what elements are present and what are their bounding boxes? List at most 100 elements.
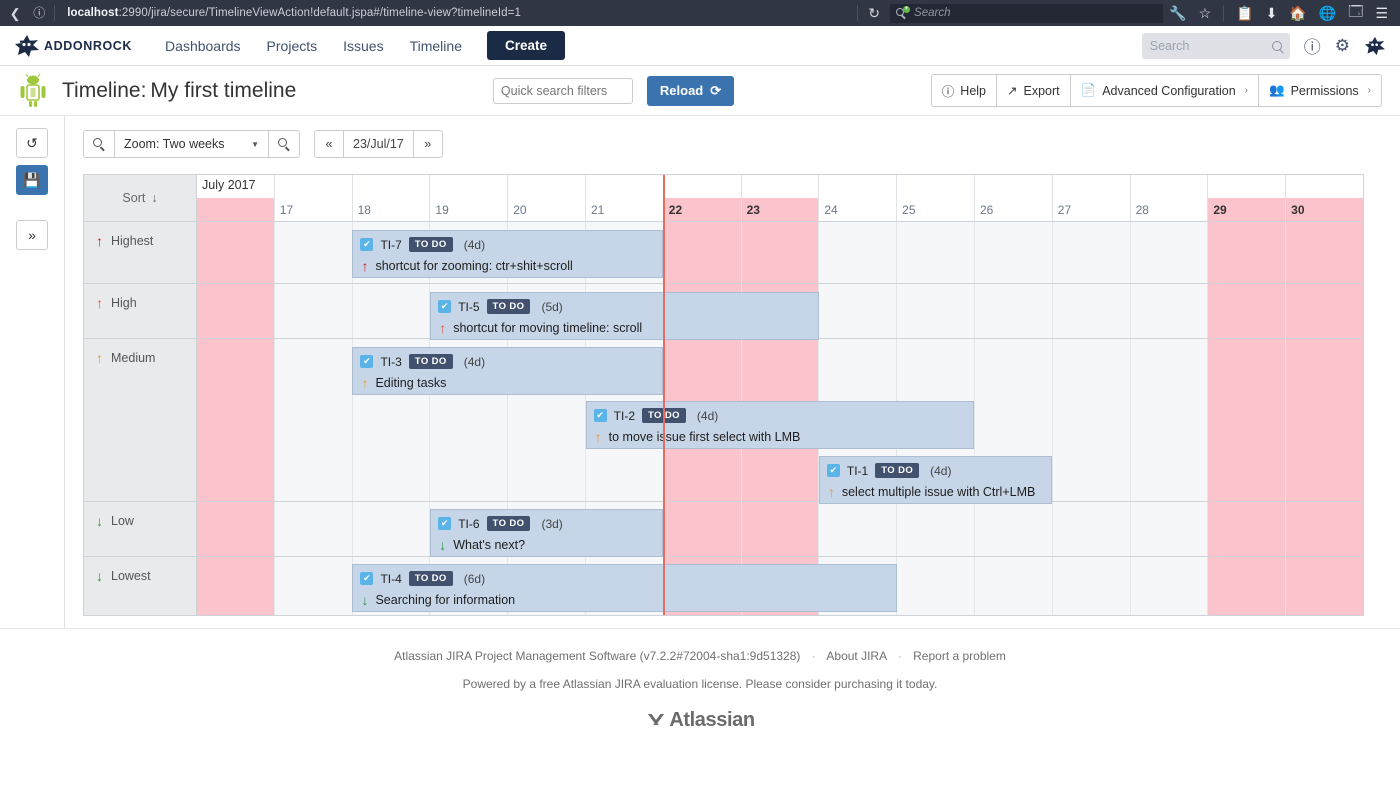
reload-button[interactable]: Reload ⟳ <box>646 75 735 106</box>
clipboard-icon[interactable]: 📋 <box>1236 5 1253 22</box>
task-key[interactable]: TI-5 <box>458 300 479 314</box>
export-button[interactable]: ↗ Export <box>996 74 1071 107</box>
prev-period-button[interactable]: « <box>314 130 344 158</box>
page-title-prefix: Timeline: <box>62 78 147 102</box>
pocket-icon[interactable]: 🗔 <box>1348 1 1363 25</box>
save-button[interactable]: 💾 <box>16 165 48 195</box>
magnifier-minus-icon <box>93 138 105 150</box>
task-bar-ti-2[interactable]: ✔ TI-2 TO DO (4d) ↑ to move issue first selec… <box>585 401 975 449</box>
sort-down-arrow-icon: ↓ <box>151 191 158 205</box>
day-header-29: 29 <box>1208 175 1287 221</box>
task-key[interactable]: TI-1 <box>847 464 868 478</box>
nav-item-issues[interactable]: Issues <box>330 32 396 60</box>
day-header-25: 25 <box>897 175 975 221</box>
task-checkbox[interactable]: ✔ <box>360 355 374 368</box>
task-key[interactable]: TI-2 <box>614 409 635 423</box>
task-bar-header: ✔ TI-5 TO DO (5d) <box>438 297 811 316</box>
gantt-body: ↑ Highest ✔ TI-7 TO DO (4d) ↑ shortcut for zoom… <box>84 222 1363 615</box>
quick-search-input[interactable] <box>492 77 633 104</box>
back-arrow-icon[interactable]: ❮ <box>6 7 24 20</box>
gantt-header: Sort ↓ July 2017 17 18 19 20 21 22 23 24 25 26 27 2… <box>84 175 1363 222</box>
undo-button[interactable]: ↺ <box>16 128 48 158</box>
create-button[interactable]: Create <box>486 31 566 60</box>
report-problem-link[interactable]: Report a problem <box>913 649 1006 663</box>
day-number: 19 <box>435 203 449 217</box>
status-badge: TO DO <box>408 571 453 586</box>
sort-label: Sort <box>122 191 146 205</box>
day-header-top <box>1286 175 1363 198</box>
task-priority-icon: ↓ <box>439 536 447 553</box>
task-duration: (5d) <box>541 299 563 314</box>
browser-search-input[interactable]: + Search <box>890 3 1164 23</box>
day-number: 26 <box>979 203 994 217</box>
gantt-row-track: ✔ TI-3 TO DO (4d) ↑ Editing tasks ✔ TI-2 TO DO (4… <box>197 339 1363 504</box>
next-period-button[interactable]: » <box>412 130 443 158</box>
nav-item-timeline[interactable]: Timeline <box>397 32 475 60</box>
sort-button[interactable]: Sort ↓ <box>84 175 197 221</box>
task-bar-summary-line: ↑ select multiple issue with Ctrl+LMB <box>827 482 1044 501</box>
jira-search-placeholder: Search <box>1149 38 1190 53</box>
nav-item-dashboards[interactable]: Dashboards <box>152 32 254 60</box>
task-bar-ti-7[interactable]: ✔ TI-7 TO DO (4d) ↑ shortcut for zooming: ctr… <box>352 230 664 278</box>
task-bar-summary-line: ↑ Editing tasks <box>360 373 655 392</box>
task-checkbox[interactable]: ✔ <box>360 572 374 585</box>
permissions-button[interactable]: 👥 Permissions › <box>1258 74 1382 107</box>
task-bar-header: ✔ TI-1 TO DO (4d) <box>826 461 1044 480</box>
help-button[interactable]: ⓘ Help <box>930 74 998 107</box>
zoom-in-button[interactable] <box>268 130 300 158</box>
home-icon[interactable]: 🏠 <box>1289 5 1306 22</box>
task-checkbox[interactable]: ✔ <box>826 464 840 477</box>
about-jira-link[interactable]: About JIRA <box>826 649 886 663</box>
jira-search-input[interactable]: Search <box>1141 32 1290 59</box>
day-number: 21 <box>590 203 605 217</box>
task-checkbox[interactable]: ✔ <box>438 517 452 530</box>
user-avatar-icon[interactable] <box>1364 36 1386 56</box>
download-icon[interactable]: ⬇ <box>1266 5 1278 22</box>
advanced-configuration-button[interactable]: 📄 Advanced Configuration › <box>1069 74 1259 107</box>
task-checkbox[interactable]: ✔ <box>360 238 374 251</box>
priority-arrow-icon: ↑ <box>96 295 103 311</box>
zoom-out-button[interactable] <box>83 130 115 158</box>
task-bar-summary-line: ↓ What's next? <box>438 535 655 554</box>
gantt-row-highest: ↑ Highest ✔ TI-7 TO DO (4d) ↑ shortcut for zoom… <box>84 222 1363 284</box>
task-key[interactable]: TI-3 <box>380 355 401 369</box>
globe-icon[interactable]: 🌐 <box>1319 5 1336 22</box>
expand-panel-button[interactable]: » <box>16 220 48 250</box>
nav-item-projects[interactable]: Projects <box>254 32 331 60</box>
day-number: 29 <box>1213 203 1227 217</box>
task-bar-ti-6[interactable]: ✔ TI-6 TO DO (3d) ↓ What's next? <box>430 509 664 557</box>
gantt-row-track: ✔ TI-7 TO DO (4d) ↑ shortcut for zooming: ctr… <box>197 222 1363 283</box>
gantt-date-header: July 2017 17 18 19 20 21 22 23 24 25 26 27 28 29 30 <box>197 175 1363 221</box>
toolbar-divider-2 <box>857 5 859 21</box>
gantt-row-medium: ↑ Medium ✔ TI-3 TO DO (4d) ↑ Editing tasks ✔ TI-2… <box>84 339 1363 504</box>
config-icon: 📄 <box>1080 83 1097 97</box>
menu-icon[interactable]: ☰ <box>1375 5 1388 22</box>
task-checkbox[interactable]: ✔ <box>593 409 607 422</box>
reload-icon[interactable]: ↻ <box>864 6 884 20</box>
gear-icon[interactable]: ⚙ <box>1335 36 1350 56</box>
task-key[interactable]: TI-6 <box>458 517 479 531</box>
task-key[interactable]: TI-4 <box>380 572 401 586</box>
app-logo[interactable]: ADDONROCK <box>14 34 132 58</box>
current-date-label[interactable]: 23/Jul/17 <box>343 130 414 158</box>
task-key[interactable]: TI-7 <box>380 238 401 252</box>
day-header-22: 22 <box>663 175 742 221</box>
info-icon[interactable]: ⓘ <box>30 7 48 19</box>
gantt-row-track: ✔ TI-6 TO DO (3d) ↓ What's next? <box>197 502 1363 557</box>
task-bar-ti-1[interactable]: ✔ TI-1 TO DO (4d) ↑ select multiple issue wit… <box>818 456 1053 504</box>
day-header-top <box>1052 175 1130 198</box>
help-icon[interactable]: ⓘ <box>1304 33 1321 58</box>
gantt-row-low: ↓ Low ✔ TI-6 TO DO (3d) ↓ What's next? <box>84 502 1363 557</box>
url-bar[interactable]: localhost:2990/jira/secure/TimelineViewA… <box>61 3 851 23</box>
task-bar-ti-5[interactable]: ✔ TI-5 TO DO (5d) ↑ shortcut for moving timel… <box>430 292 819 340</box>
task-checkbox[interactable]: ✔ <box>438 300 452 313</box>
day-header-top <box>274 175 352 198</box>
star-icon[interactable]: ☆ <box>1199 5 1212 22</box>
task-bar-ti-3[interactable]: ✔ TI-3 TO DO (4d) ↑ Editing tasks <box>352 347 664 395</box>
day-header-30: 30 <box>1286 175 1363 221</box>
zoom-level-select[interactable]: Zoom: Two weeks ▼ <box>114 130 269 158</box>
task-bar-ti-4[interactable]: ✔ TI-4 TO DO (6d) ↓ Searching for information <box>352 564 897 612</box>
wrench-icon[interactable]: 🔧 <box>1169 5 1186 22</box>
browser-action-icons: 🔧 ☆ 📋 ⬇ 🏠 🌐 🗔 ☰ <box>1169 1 1394 25</box>
save-floppy-icon: 💾 <box>23 171 41 188</box>
